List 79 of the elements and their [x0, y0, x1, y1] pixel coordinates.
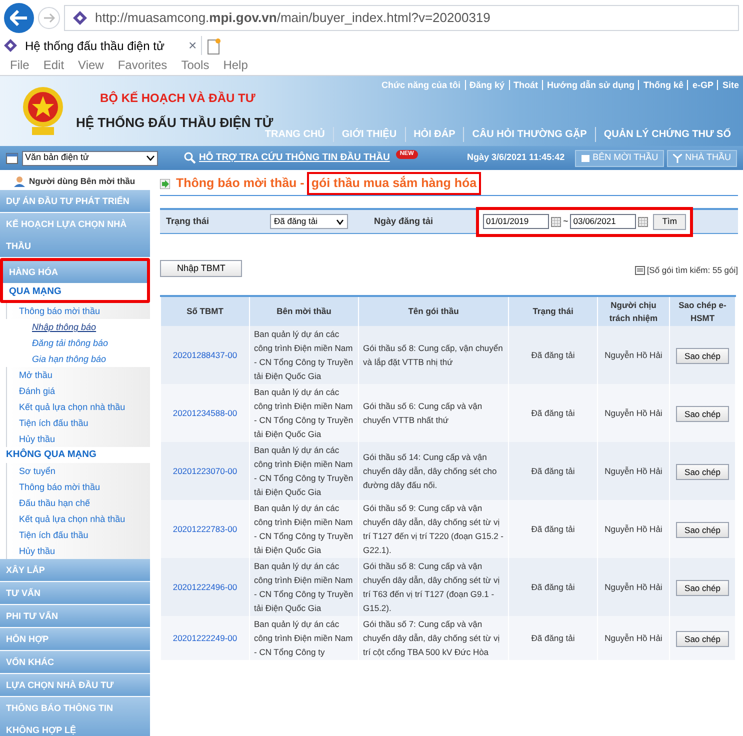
- column-header: Sao chép e-HSMT: [670, 296, 736, 326]
- browser-tab[interactable]: Hệ thống đấu thầu điện tử ×: [4, 36, 202, 55]
- document-select[interactable]: Văn bản điện tử: [22, 150, 158, 166]
- calendar-icon: [6, 152, 18, 164]
- sidebar-item[interactable]: Hủy thầu: [6, 543, 150, 559]
- sidebar-item[interactable]: Sơ tuyển: [6, 463, 150, 479]
- search-icon: [184, 152, 196, 164]
- sidebar-item[interactable]: Kết quả lựa chọn nhà thầu: [6, 511, 150, 527]
- sidebar-item[interactable]: Đấu thầu hạn chế: [6, 495, 150, 511]
- date-to-field[interactable]: 03/06/2021: [570, 214, 636, 229]
- column-header: Người chịu trách nhiệm: [598, 296, 670, 326]
- sidebar-section[interactable]: THÔNG BÁO THÔNG TIN KHÔNG HỢP LỆ: [0, 697, 150, 736]
- sidebar-item[interactable]: Hủy thầu: [6, 431, 150, 447]
- arrow-right-icon: [43, 13, 55, 23]
- date-time: Ngày 3/6/2021 11:45:42: [467, 151, 565, 164]
- help-link[interactable]: HỖ TRỢ TRA CỨU THÔNG TIN ĐẦU THẦU: [199, 150, 390, 166]
- header-link[interactable]: Site: [717, 80, 743, 90]
- tab-close[interactable]: ×: [188, 35, 197, 56]
- address-bar[interactable]: http://muasamcong.mpi.gov.vn/main/buyer_index.html?v=20200319: [64, 5, 739, 31]
- menu-item[interactable]: Edit: [43, 56, 64, 74]
- back-button[interactable]: [4, 3, 34, 33]
- sidebar-item[interactable]: Tiện ích đấu thầu: [6, 415, 150, 431]
- document-icon: [634, 266, 645, 276]
- sidebar-item[interactable]: Tiện ích đấu thầu: [6, 527, 150, 543]
- user-icon: [14, 176, 25, 186]
- range-separator: ~: [563, 214, 568, 228]
- chevron-down-icon: [336, 218, 344, 224]
- search-button[interactable]: Tìm: [653, 214, 686, 230]
- arrow-right-icon: [160, 178, 170, 188]
- column-header: Tên gói thầu: [358, 296, 508, 326]
- header-link[interactable]: Thống kê: [638, 80, 688, 90]
- status-select[interactable]: Đã đăng tải: [270, 214, 348, 229]
- result-count: [Số gói tìm kiếm: 55 gói]: [646, 264, 738, 277]
- date-label: Ngày đăng tải: [374, 214, 434, 228]
- calendar-icon[interactable]: [638, 216, 648, 226]
- menu-item[interactable]: Tools: [181, 56, 210, 74]
- header-link[interactable]: e-GP: [687, 80, 718, 90]
- column-header: Bên mời thầu: [250, 296, 358, 326]
- calendar-icon[interactable]: [551, 216, 561, 226]
- nav-link[interactable]: QUẢN LÝ CHỨNG THƯ SỐ: [594, 127, 739, 142]
- new-tab-icon[interactable]: [206, 38, 222, 55]
- code-link[interactable]: 20201222249-00: [160, 616, 250, 660]
- header-link[interactable]: Hướng dẫn sử dụng: [542, 80, 638, 90]
- copy-button[interactable]: Sao chép: [676, 464, 730, 480]
- url-text: http://muasamcong.mpi.gov.vn/main/buyer_index.html?v=20200319: [95, 9, 490, 28]
- date-from-field[interactable]: 01/01/2019: [483, 214, 549, 229]
- site-favicon-icon: [73, 11, 87, 25]
- table-cell: Ban quản lý dự án các công trình Điện miền Nam - CN Tổng Công ty: [250, 616, 358, 660]
- ministry-name: BỘ KẾ HOẠCH VÀ ĐẦU TƯ: [99, 90, 256, 108]
- sidebar-item[interactable]: Kết quả lựa chọn nhà thầu: [6, 399, 150, 415]
- sidebar-item[interactable]: Thông báo mời thầu: [6, 303, 150, 319]
- copy-button[interactable]: Sao chép: [676, 348, 730, 364]
- copy-button[interactable]: Sao chép: [676, 406, 730, 422]
- table-cell: Nguyễn Hồ Hải: [598, 616, 670, 660]
- user-role: Người dùng Bên mời thầu: [29, 174, 136, 188]
- sidebar-item[interactable]: Đánh giá: [6, 383, 150, 399]
- status-label: Trạng thái: [165, 214, 210, 228]
- copy-button[interactable]: Sao chép: [676, 631, 730, 648]
- sidebar-section[interactable]: KẾ HOẠCH LỰA CHỌN NHÀ THẦU: [0, 213, 150, 258]
- copy-button[interactable]: Sao chép: [676, 580, 730, 596]
- chevron-down-icon: [146, 155, 155, 161]
- menu-item[interactable]: View: [78, 56, 104, 74]
- forward-button[interactable]: [38, 7, 60, 29]
- arrow-left-icon: [10, 10, 28, 26]
- copy-button[interactable]: Sao chép: [676, 522, 730, 538]
- column-header: Trạng thái: [508, 296, 598, 326]
- site-favicon-icon: [4, 39, 17, 52]
- add-notice-button[interactable]: Nhập TBMT: [160, 260, 242, 277]
- column-header: Số TBMT: [160, 296, 250, 326]
- menu-item[interactable]: Help: [223, 56, 248, 74]
- table-cell: Gói thầu số 7: Cung cấp và vận chuyển dây dẫn, dây chống sét từ vị trí cột cổng TBA 500 kV Đức Hòa: [358, 616, 508, 660]
- sidebar-item[interactable]: Mở thầu: [6, 367, 150, 383]
- menu-item[interactable]: Favorites: [118, 56, 168, 74]
- menu-item[interactable]: File: [10, 56, 30, 74]
- tab-title: Hệ thống đấu thầu điện tử: [25, 38, 164, 54]
- table-cell: Đã đăng tải: [508, 616, 598, 660]
- sidebar-item[interactable]: Thông báo mời thầu: [6, 479, 150, 495]
- page-title: Thông báo mời thầu -: [176, 175, 304, 192]
- page-title-highlighted: gói thầu mua sắm hàng hóa: [307, 172, 481, 195]
